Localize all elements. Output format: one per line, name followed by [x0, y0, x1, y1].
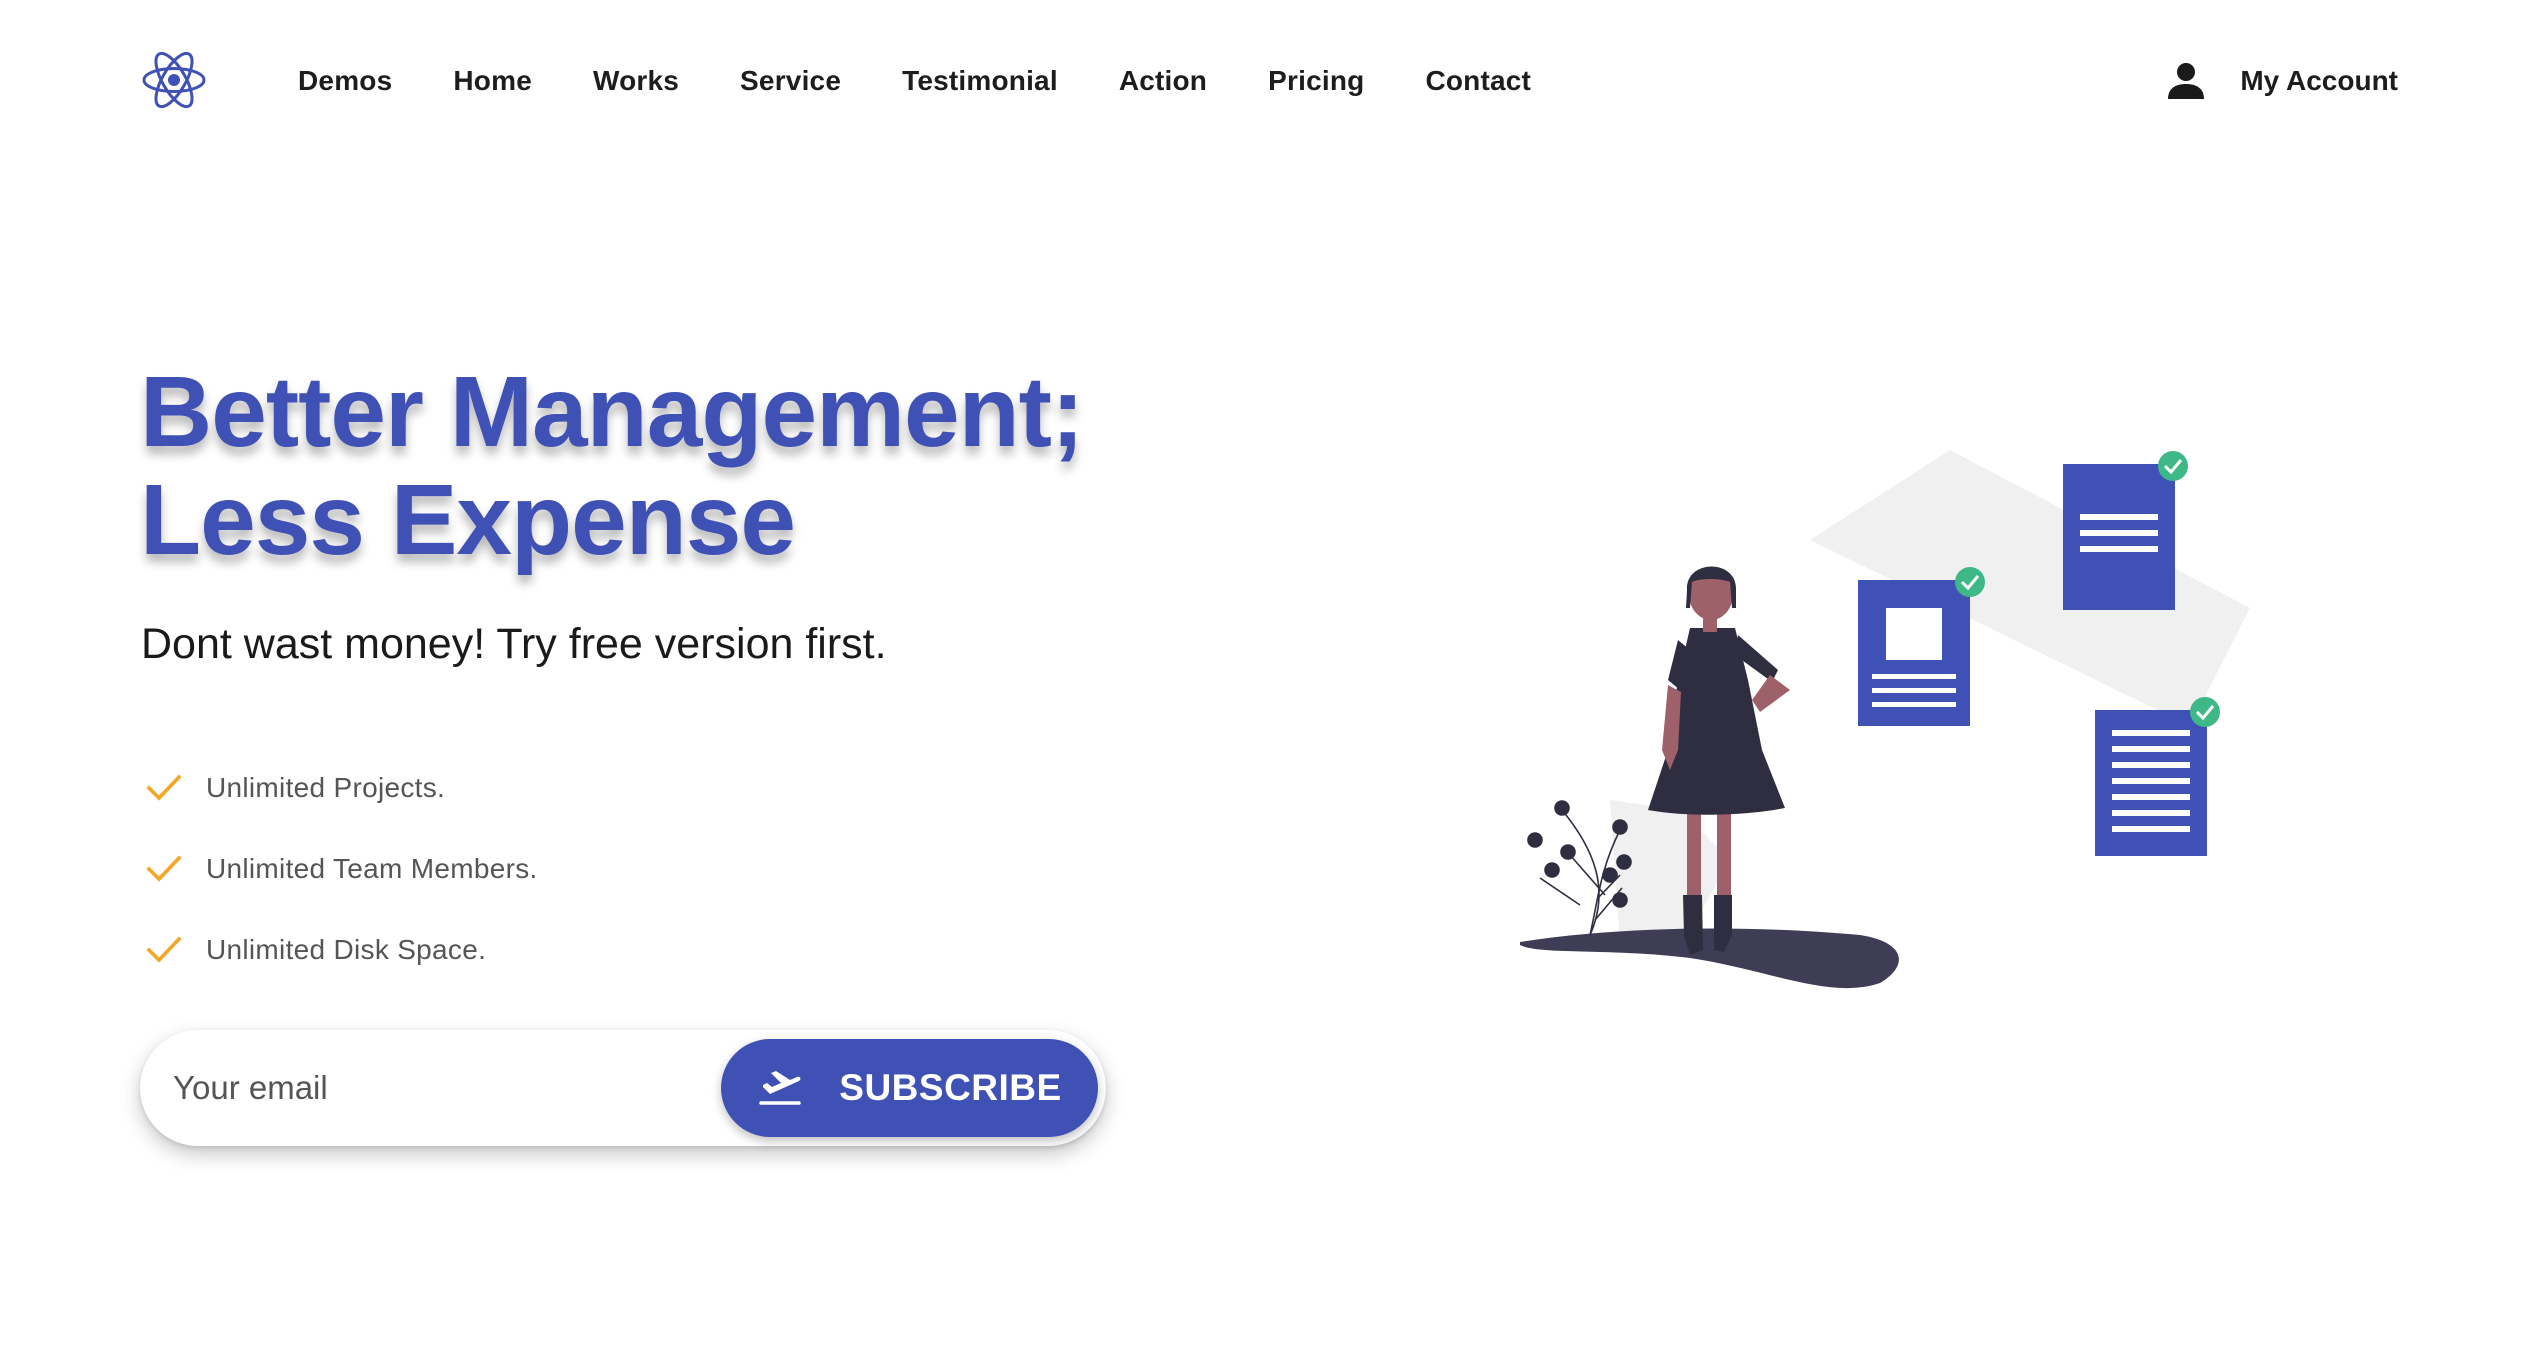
nav-item-pricing[interactable]: Pricing: [1268, 65, 1364, 97]
my-account-link[interactable]: My Account: [2166, 58, 2398, 104]
document-icon: [1858, 567, 1985, 726]
backdrop-shape: [1610, 800, 1730, 940]
nav-item-contact[interactable]: Contact: [1425, 65, 1531, 97]
check-icon: [146, 855, 182, 882]
feature-item: Unlimited Disk Space.: [146, 926, 538, 974]
airplane-takeoff-icon: [759, 1071, 802, 1105]
my-account-label: My Account: [2240, 65, 2398, 96]
nav-item-works[interactable]: Works: [593, 65, 679, 97]
feature-item: Unlimited Projects.: [146, 764, 538, 812]
hero-title-line-2: Less Expense: [140, 464, 796, 576]
hero-subtitle: Dont wast money! Try free version first.: [141, 620, 887, 668]
nav-item-demos[interactable]: Demos: [298, 65, 392, 97]
ground-shadow: [1520, 928, 1899, 989]
feature-text: Unlimited Projects.: [206, 772, 446, 803]
react-atom-icon[interactable]: [140, 46, 208, 114]
feature-text: Unlimited Disk Space.: [206, 934, 487, 965]
check-icon: [146, 774, 182, 801]
feature-text: Unlimited Team Members.: [206, 853, 538, 884]
feature-list: Unlimited Projects. Unlimited Team Membe…: [146, 764, 538, 1007]
subscribe-label: SUBSCRIBE: [839, 1067, 1062, 1108]
check-icon: [146, 936, 182, 963]
document-icon: [2095, 697, 2220, 856]
site-header: Demos Home Works Service Testimonial Act…: [0, 0, 2528, 160]
user-icon: [2168, 63, 2205, 99]
feature-item: Unlimited Team Members.: [146, 845, 538, 893]
document-icon: [2063, 451, 2188, 610]
hero-title: Better Management; Less Expense: [140, 356, 1084, 576]
hero-title-line-1: Better Management;: [140, 356, 1084, 468]
nav-item-action[interactable]: Action: [1119, 65, 1207, 97]
nav-item-service[interactable]: Service: [740, 65, 841, 97]
email-input[interactable]: [140, 1030, 720, 1146]
subscribe-form: SUBSCRIBE: [140, 1030, 1106, 1146]
subscribe-button[interactable]: SUBSCRIBE: [721, 1039, 1098, 1137]
hero-illustration: [1500, 430, 2260, 1010]
nav-item-testimonial[interactable]: Testimonial: [902, 65, 1058, 97]
nav-item-home[interactable]: Home: [453, 65, 532, 97]
main-nav: Demos Home Works Service Testimonial Act…: [298, 58, 1592, 104]
